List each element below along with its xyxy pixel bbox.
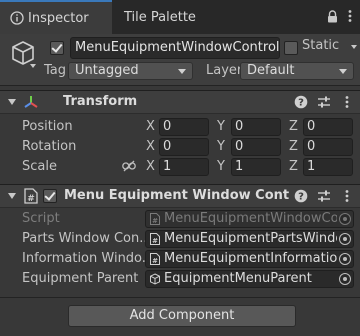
script-reference-field: # MenuEquipmentWindowContro <box>145 210 354 228</box>
info-icon <box>10 11 24 25</box>
information-window-label: Information Windo... <box>22 251 155 266</box>
help-icon[interactable]: ? <box>294 95 308 109</box>
script-field-label: Script <box>22 211 60 226</box>
preset-sliders-icon[interactable] <box>317 95 331 109</box>
rotation-x-field[interactable]: 0 <box>159 138 209 156</box>
static-label: Static <box>302 38 340 53</box>
script-reference-value: MenuEquipmentWindowContro <box>164 211 337 226</box>
scale-z-label[interactable]: Z <box>289 159 298 174</box>
object-picker-icon[interactable] <box>339 253 351 265</box>
tag-value: Untagged <box>75 63 139 78</box>
tab-bar: Inspector Tile Palette <box>0 0 360 34</box>
add-component-button[interactable]: Add Component <box>68 305 296 327</box>
rotation-y-label[interactable]: Y <box>217 139 225 154</box>
parts-window-controller-field[interactable]: # MenuEquipmentPartsWindowC <box>145 230 354 248</box>
help-icon[interactable]: ? <box>294 189 308 203</box>
parts-window-controller-value: MenuEquipmentPartsWindowC <box>164 231 337 246</box>
position-z-field[interactable]: 0 <box>303 118 353 136</box>
gameobject-name-field[interactable]: MenuEquipmentWindowController <box>70 37 280 59</box>
layer-dropdown[interactable]: Default <box>240 62 354 80</box>
tag-label: Tag <box>44 63 67 78</box>
svg-text:?: ? <box>298 192 304 203</box>
layer-label: Layer <box>206 63 243 78</box>
foldout-arrow-icon[interactable] <box>8 193 16 199</box>
transform-axes-icon <box>23 94 39 110</box>
scale-label: Scale <box>22 159 57 174</box>
chevron-down-icon <box>178 69 186 74</box>
transform-header[interactable]: Transform ? <box>0 90 360 114</box>
scale-x-field[interactable]: 1 <box>159 158 209 176</box>
rotation-z-label[interactable]: Z <box>289 139 298 154</box>
object-picker-icon[interactable] <box>339 233 351 245</box>
information-window-value: MenuEquipmentInformationWir <box>164 251 337 266</box>
tab-inspector[interactable]: Inspector <box>0 0 112 34</box>
tab-tile-palette[interactable]: Tile Palette <box>124 0 196 34</box>
equipment-parent-field[interactable]: EquipmentMenuParent <box>145 270 354 288</box>
tag-dropdown[interactable]: Untagged <box>68 62 193 80</box>
tab-tile-palette-label: Tile Palette <box>124 9 196 25</box>
svg-text:#: # <box>152 217 158 225</box>
kebab-menu-icon[interactable] <box>340 189 354 203</box>
position-y-field[interactable]: 0 <box>231 118 281 136</box>
scale-y-label[interactable]: Y <box>217 159 225 174</box>
static-dropdown-arrow-icon[interactable] <box>351 45 357 49</box>
rotation-y-field[interactable]: 0 <box>231 138 281 156</box>
rotation-x-label[interactable]: X <box>146 139 155 154</box>
position-x-label[interactable]: X <box>146 119 155 134</box>
kebab-menu-icon[interactable] <box>340 95 354 109</box>
rotation-z-field[interactable]: 0 <box>303 138 353 156</box>
scale-x-label[interactable]: X <box>146 159 155 174</box>
csharp-file-icon: # <box>149 213 161 225</box>
scale-z-field[interactable]: 1 <box>303 158 353 176</box>
object-picker-icon <box>339 213 351 225</box>
lock-icon[interactable] <box>327 9 338 26</box>
position-y-label[interactable]: Y <box>217 119 225 134</box>
equipment-parent-value: EquipmentMenuParent <box>164 271 312 286</box>
kebab-menu-icon[interactable] <box>348 9 352 26</box>
chevron-down-icon <box>339 69 347 74</box>
svg-text:#: # <box>152 257 158 265</box>
position-label: Position <box>22 119 73 134</box>
svg-text:?: ? <box>298 98 304 109</box>
csharp-file-icon: # <box>149 233 161 245</box>
divider <box>0 297 360 298</box>
position-x-field[interactable]: 0 <box>159 118 209 136</box>
component-enabled-checkbox[interactable] <box>43 189 57 203</box>
svg-text:#: # <box>152 237 158 245</box>
information-window-field[interactable]: # MenuEquipmentInformationWir <box>145 250 354 268</box>
equipment-parent-label: Equipment Parent <box>22 271 139 286</box>
csharp-script-icon: # <box>23 188 39 204</box>
scale-y-field[interactable]: 1 <box>231 158 281 176</box>
script-component-header[interactable]: # Menu Equipment Window Controller (Sc ? <box>0 184 360 208</box>
position-z-label[interactable]: Z <box>289 119 298 134</box>
layer-value: Default <box>247 63 295 78</box>
gameobject-cube-icon <box>149 273 161 285</box>
csharp-file-icon: # <box>149 253 161 265</box>
preset-sliders-icon[interactable] <box>317 189 331 203</box>
parts-window-controller-label: Parts Window Con... <box>22 231 152 246</box>
gameobject-header: MenuEquipmentWindowController Static Tag… <box>0 34 360 86</box>
tab-inspector-label: Inspector <box>28 10 89 26</box>
foldout-arrow-icon[interactable] <box>8 99 16 105</box>
svg-text:#: # <box>27 194 35 204</box>
constrain-proportions-link-icon[interactable] <box>122 160 136 172</box>
active-checkbox[interactable] <box>50 41 64 55</box>
icon-dropdown-arrow-icon[interactable] <box>30 64 36 68</box>
object-picker-icon[interactable] <box>339 273 351 285</box>
static-checkbox[interactable] <box>284 41 298 55</box>
script-component-title: Menu Equipment Window Controller (Sc <box>64 188 289 203</box>
rotation-label: Rotation <box>22 139 77 154</box>
transform-title: Transform <box>63 94 138 109</box>
